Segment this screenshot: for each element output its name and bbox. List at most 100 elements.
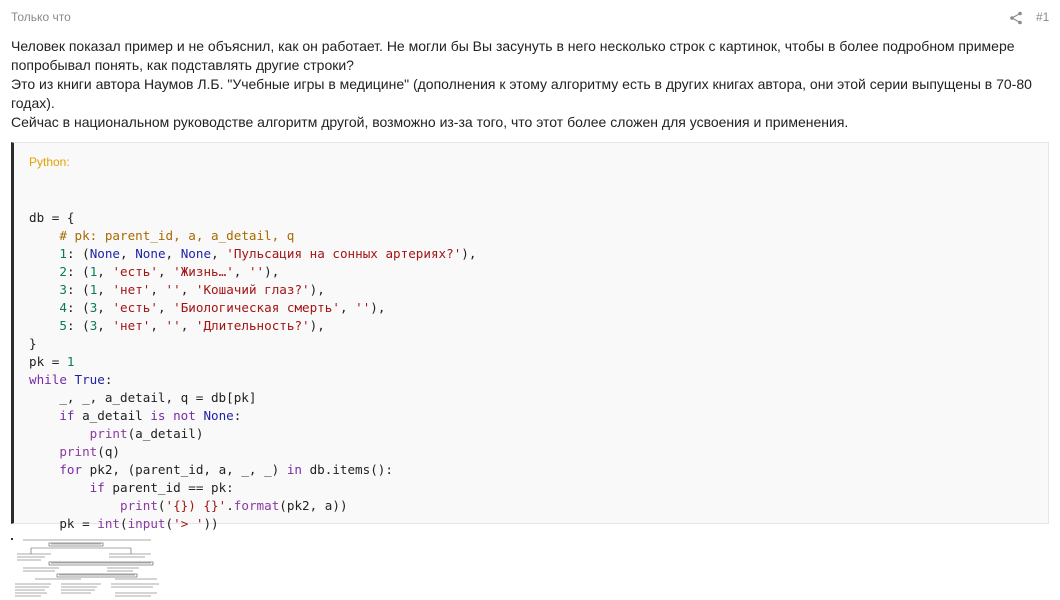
code-token: } [29, 336, 37, 351]
code-token: 'нет' [112, 318, 151, 333]
code-token: : ( [66, 300, 90, 315]
code-token: '' [248, 264, 265, 279]
code-token: None [135, 246, 166, 261]
code-token: . [226, 498, 234, 513]
post-number-link[interactable]: #1 [1036, 10, 1049, 24]
post-header: Только что #1 [0, 0, 1060, 36]
code-token: : ( [66, 318, 90, 333]
code-token: '{}) {}' [165, 498, 227, 513]
code-line: } [29, 335, 476, 353]
code-token: pk2, (parent_id, a, _, _) [82, 462, 287, 477]
attachment-thumbnail[interactable] [11, 536, 163, 600]
code-token: '' [165, 318, 181, 333]
code-token: _, _, a_detail, q = db[pk] [29, 390, 257, 405]
code-token: ( [165, 516, 174, 531]
code-token: 'Кошачий глаз?' [195, 282, 310, 297]
code-token: a_detail [74, 408, 151, 423]
code-token: , [97, 300, 113, 315]
code-token: '' [165, 282, 181, 297]
code-line: while True: [29, 371, 476, 389]
code-line: _, _, a_detail, q = db[pk] [29, 389, 476, 407]
code-block: Python: db = { # pk: parent_id, a, a_det… [11, 142, 1049, 531]
code-token: print [120, 498, 158, 513]
code-token: 'Жизнь…' [173, 264, 234, 279]
code-line: for pk2, (parent_id, a, _, _) in db.item… [29, 461, 476, 479]
code-token: pk = [29, 354, 67, 369]
code-line: 4: (3, 'есть', 'Биологическая смерть', '… [29, 299, 476, 317]
code-token: input [127, 516, 166, 531]
code-token: ), [309, 282, 325, 297]
code-token: , [157, 264, 174, 279]
code-token: (pk2, a)) [279, 498, 348, 513]
code-line: 1: (None, None, None, 'Пульсация на сонн… [29, 245, 476, 263]
code-token: int [97, 516, 120, 531]
code-content: db = { # pk: parent_id, a, a_detail, q 1… [29, 191, 476, 533]
code-token: '> ' [173, 516, 204, 531]
code-line: 3: (1, 'нет', '', 'Кошачий глаз?'), [29, 281, 476, 299]
code-token: 'нет' [112, 282, 151, 297]
code-token: 'Пульсация на сонных артериях?' [226, 246, 462, 261]
code-token: , [233, 264, 249, 279]
code-token: , [97, 282, 113, 297]
code-token: 'есть' [112, 264, 158, 279]
code-token: 1 [66, 354, 75, 369]
code-line: 5: (3, 'нет', '', 'Длительность?'), [29, 317, 476, 335]
code-token: : ( [66, 282, 90, 297]
code-token: if [59, 408, 75, 423]
code-token: db.items(): [301, 462, 393, 477]
code-token: ), [309, 318, 325, 333]
code-token: None [89, 246, 121, 261]
code-token: : [233, 408, 242, 423]
code-token: 3 [59, 282, 67, 297]
code-token: (a_detail) [127, 426, 204, 441]
code-line: 2: (1, 'есть', 'Жизнь…', ''), [29, 263, 476, 281]
code-token: parent_id == pk: [104, 480, 234, 495]
post-paragraph: Это из книги автора Наумов Л.Б. "Учебные… [11, 76, 1032, 111]
post-paragraph: Человек показал пример и не объяснил, ка… [11, 38, 1015, 73]
code-language-label: Python: [29, 155, 70, 169]
code-token: in [286, 462, 302, 477]
code-line: db = { [29, 209, 476, 227]
code-token: print [89, 426, 128, 441]
code-token: , [157, 300, 174, 315]
code-token: , [211, 246, 227, 261]
post-text: Человек показал пример и не объяснил, ка… [11, 37, 1051, 132]
code-token: ( [157, 498, 166, 513]
code-line: if a_detail is not None: [29, 407, 476, 425]
code-token: ), [370, 300, 386, 315]
code-token: None [203, 408, 234, 423]
code-token: pk = [29, 516, 98, 531]
code-token: 'Длительность?' [195, 318, 310, 333]
code-token: 5 [59, 318, 67, 333]
code-token: , [120, 246, 136, 261]
code-token: 4 [59, 300, 67, 315]
code-line: print('{}) {}'.format(pk2, a)) [29, 497, 476, 515]
code-token: , [180, 318, 196, 333]
code-token: : [104, 372, 113, 387]
code-token: : ( [66, 246, 90, 261]
code-line: # pk: parent_id, a, a_detail, q [29, 227, 476, 245]
code-token: print [59, 444, 98, 459]
code-token: : ( [66, 264, 90, 279]
post-paragraph: Сейчас в национальном руководстве алгори… [11, 114, 849, 130]
code-token: ), [461, 246, 477, 261]
code-token: , [97, 318, 113, 333]
code-token: is not [150, 408, 196, 423]
code-line: if parent_id == pk: [29, 479, 476, 497]
code-token: , [97, 264, 113, 279]
code-token: format [233, 498, 280, 513]
code-token: db = { [29, 210, 75, 225]
post-timestamp: Только что [11, 10, 71, 24]
code-token: None [180, 246, 212, 261]
code-line: print(q) [29, 443, 476, 461]
share-icon[interactable] [1009, 11, 1023, 25]
